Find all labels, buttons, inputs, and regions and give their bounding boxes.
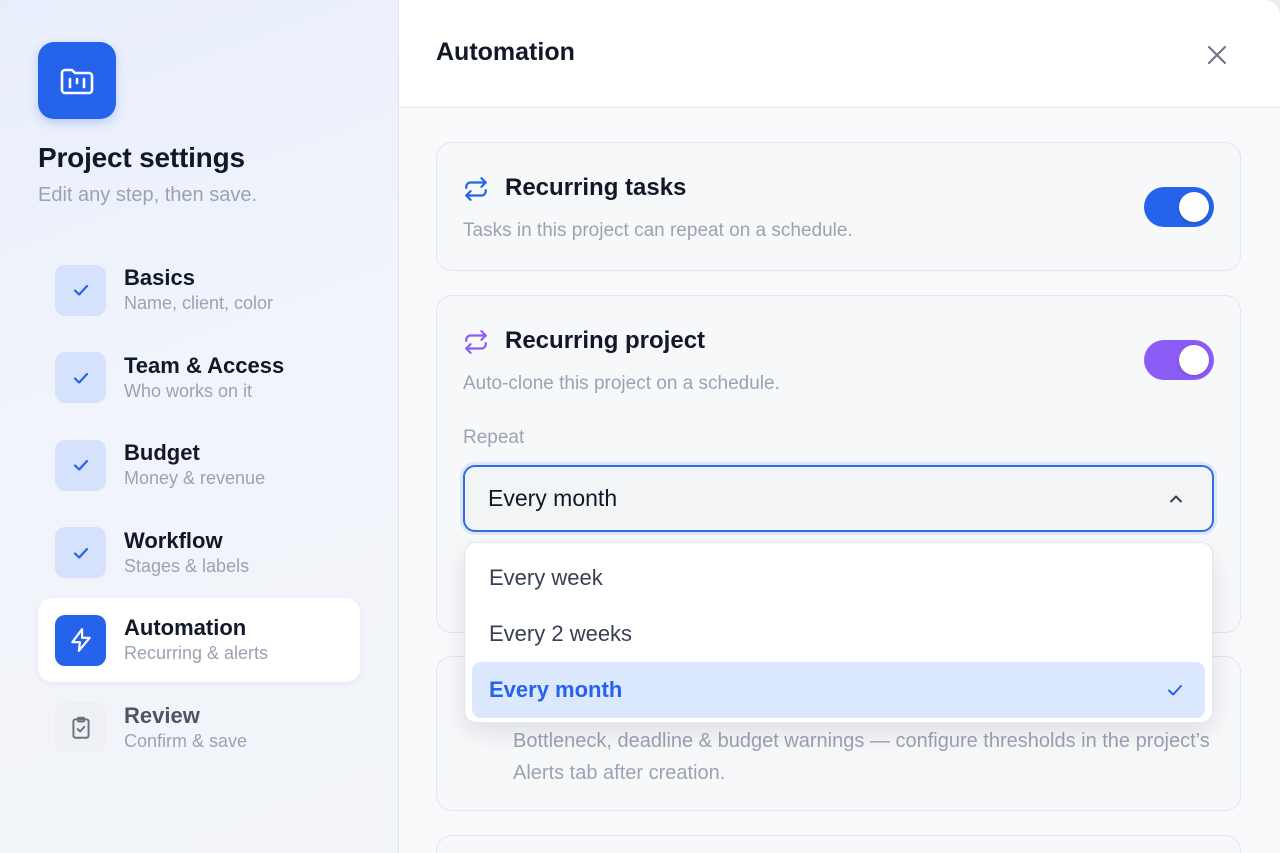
step-desc: Name, client, color bbox=[124, 293, 274, 313]
kanban-folder-icon bbox=[38, 42, 116, 119]
lightning-icon bbox=[55, 614, 106, 666]
check-icon bbox=[55, 439, 106, 491]
chevron-up-icon bbox=[1170, 495, 1182, 503]
option-label: Every month bbox=[489, 677, 623, 702]
step-title: Automation bbox=[124, 615, 247, 640]
recurring-tasks-toggle[interactable] bbox=[1144, 187, 1214, 227]
repeat-select-value: Every month bbox=[488, 485, 618, 511]
step-title: Review bbox=[124, 702, 200, 728]
step-team-access[interactable]: Team & Access Who works on it bbox=[38, 336, 360, 420]
toggle-knob bbox=[1179, 192, 1209, 222]
repeat-select[interactable]: Every month bbox=[463, 465, 1214, 532]
repeat-icon bbox=[465, 330, 487, 354]
check-icon bbox=[55, 264, 106, 316]
check-icon bbox=[1168, 685, 1182, 696]
step-title: Team & Access bbox=[124, 352, 285, 378]
step-desc: Confirm & save bbox=[124, 730, 248, 751]
step-basics[interactable]: Basics Name, client, color bbox=[38, 248, 360, 332]
step-desc: Recurring & alerts bbox=[124, 643, 269, 663]
repeat-dropdown-menu: Every week Every 2 weeks Every month bbox=[464, 542, 1213, 723]
panel-title: Automation bbox=[436, 38, 575, 66]
project-settings-modal: Project settings Edit any step, then sav… bbox=[0, 0, 1280, 853]
check-icon bbox=[55, 527, 106, 578]
step-title: Budget bbox=[124, 440, 200, 465]
recurring-project-toggle[interactable] bbox=[1144, 340, 1214, 380]
recurring-project-title: Recurring project bbox=[505, 327, 706, 354]
step-workflow[interactable]: Workflow Stages & labels bbox=[38, 511, 360, 595]
recurring-tasks-title: Recurring tasks bbox=[505, 174, 687, 201]
sidebar-title: Project settings bbox=[38, 142, 245, 173]
close-button[interactable] bbox=[1200, 38, 1234, 72]
next-card bbox=[436, 835, 1241, 853]
repeat-label: Repeat bbox=[463, 427, 525, 448]
step-review[interactable]: Review Confirm & save bbox=[38, 686, 360, 770]
step-title: Workflow bbox=[124, 527, 223, 553]
close-icon bbox=[1208, 46, 1226, 64]
check-icon bbox=[55, 352, 106, 403]
toggle-knob bbox=[1179, 345, 1209, 375]
step-desc: Who works on it bbox=[124, 380, 253, 401]
automation-panel: Automation Recurring tasks Tasks in this… bbox=[399, 0, 1280, 853]
clipboard-check-icon bbox=[55, 702, 106, 753]
alerts-desc: Bottleneck, deadline & budget warnings —… bbox=[513, 730, 1210, 784]
panel-header: Automation bbox=[399, 0, 1280, 108]
step-budget[interactable]: Budget Money & revenue bbox=[38, 423, 360, 507]
recurring-tasks-card: Recurring tasks Tasks in this project ca… bbox=[436, 142, 1241, 271]
step-automation[interactable]: Automation Recurring & alerts bbox=[38, 598, 360, 682]
step-desc: Money & revenue bbox=[124, 468, 266, 488]
step-title: Basics bbox=[124, 265, 195, 290]
sidebar-subtitle: Edit any step, then save. bbox=[38, 184, 258, 206]
option-every-month[interactable]: Every month bbox=[472, 662, 1205, 718]
recurring-tasks-desc: Tasks in this project can repeat on a sc… bbox=[463, 220, 853, 241]
option-every-week[interactable]: Every week bbox=[472, 550, 1205, 606]
repeat-icon bbox=[465, 177, 487, 201]
steps-list: Basics Name, client, color Team & Access… bbox=[38, 248, 360, 773]
settings-sidebar: Project settings Edit any step, then sav… bbox=[0, 0, 399, 853]
step-desc: Stages & labels bbox=[124, 555, 250, 576]
option-every-2-weeks[interactable]: Every 2 weeks bbox=[472, 606, 1205, 662]
recurring-project-desc: Auto-clone this project on a schedule. bbox=[463, 373, 780, 394]
